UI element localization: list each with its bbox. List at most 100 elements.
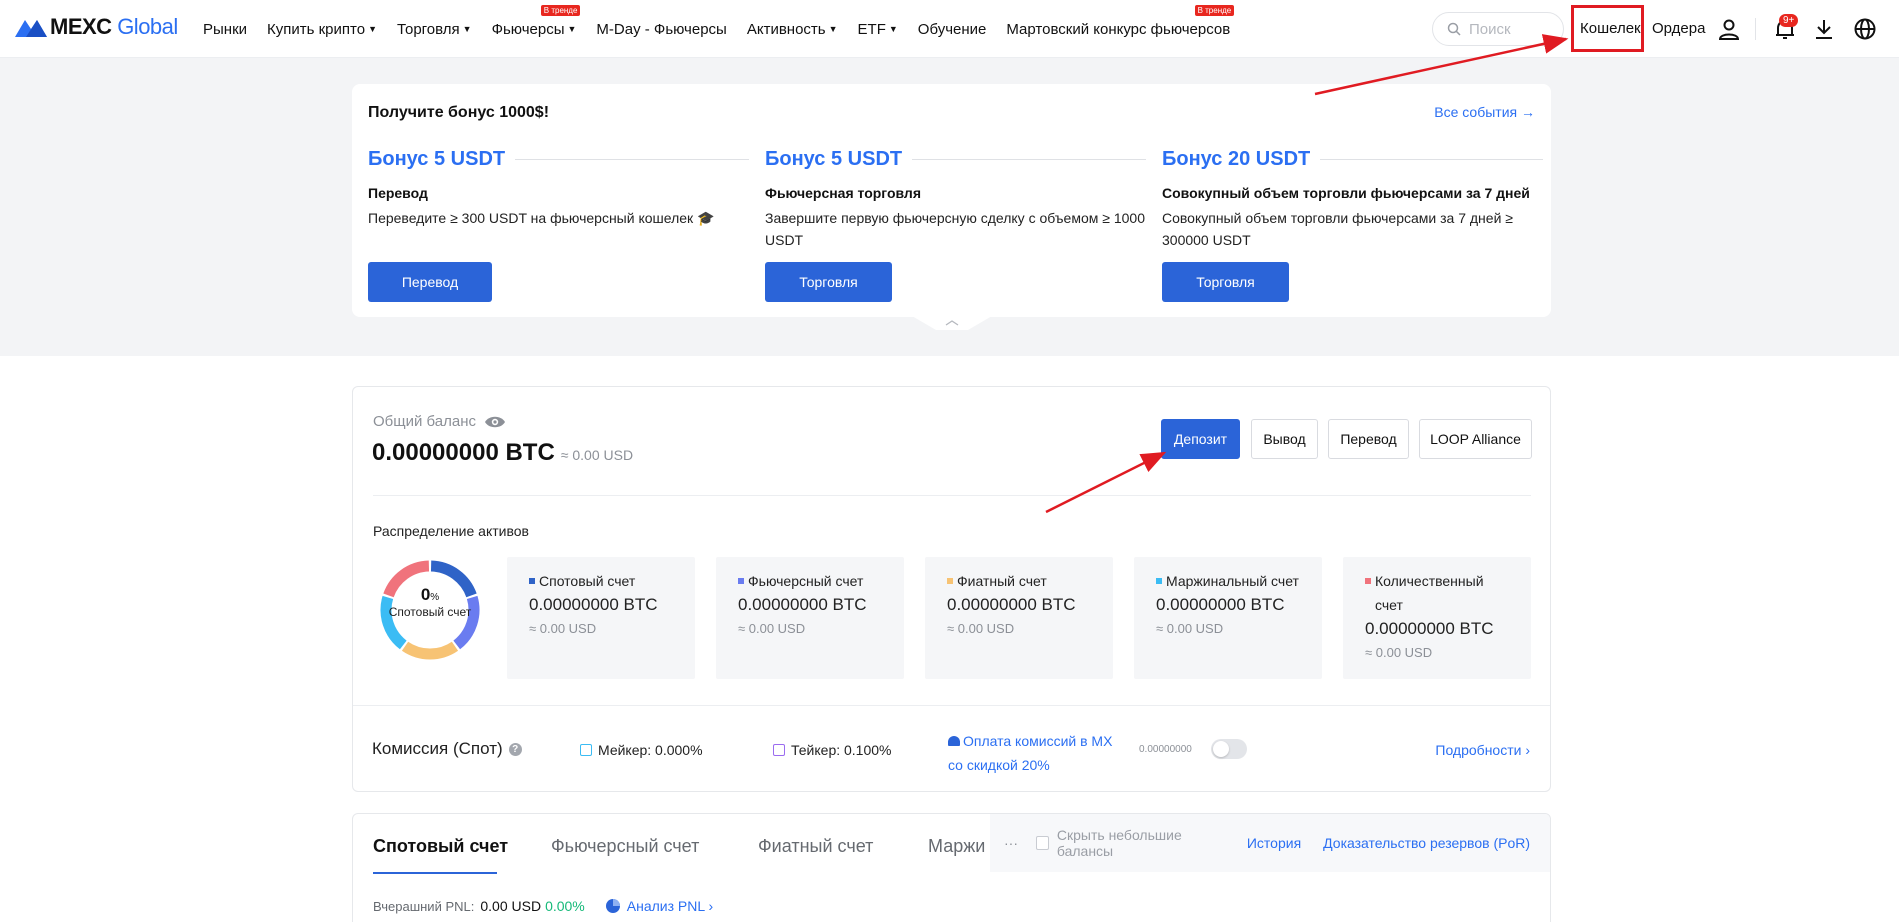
tab-futures-account[interactable]: Фьючерсный счет (551, 836, 699, 857)
collapse-icon[interactable] (912, 316, 992, 332)
main-nav: Рынки Купить крипто ▼ Торговля ▼ Фьючерсы ▼… (203, 0, 1250, 58)
active-tab-indicator (373, 872, 497, 874)
trade-volume-bonus-button[interactable]: Торговля (1162, 262, 1289, 302)
divider (1320, 159, 1543, 160)
bonus-name: Фьючерсная торговля (765, 185, 921, 201)
help-icon[interactable]: ? (508, 742, 522, 756)
legend-dot (1156, 578, 1162, 584)
bonus-desc: Переведите ≥ 300 USDT на фьючерсный коше… (368, 210, 715, 226)
donut-percentage: 0% (420, 585, 440, 604)
bonus-desc: Совокупный объем торговли фьючерсами за … (1162, 210, 1513, 248)
chevron-down-icon: ▼ (828, 23, 838, 34)
bonus-amount: Бонус 5 USDT (765, 148, 903, 170)
loop-alliance-button[interactable]: LOOP Alliance (1419, 419, 1532, 459)
nav-learn[interactable]: Обучение (918, 21, 987, 38)
total-balance-btc: 0.00000000 BTC (372, 439, 555, 466)
eye-icon[interactable] (484, 415, 506, 429)
bonus-futures-trade: Бонус 5 USDT Фьючерсная торговля Заверши… (765, 148, 1146, 251)
mx-balance: 0.00000000 (1139, 744, 1192, 755)
total-balance-label: Общий баланс (373, 413, 476, 430)
maker-icon (580, 744, 592, 756)
more-tabs-icon[interactable]: ··· (1004, 835, 1018, 851)
tab-spot-account[interactable]: Спотовый счет (373, 836, 508, 857)
mexc-logo[interactable]: MEXC Global (14, 14, 178, 40)
nav-markets[interactable]: Рынки (203, 21, 247, 38)
search-icon (1447, 22, 1461, 36)
bonus-desc: Завершите первую фьючерсную сделку с объ… (765, 210, 1145, 248)
top-navbar: MEXC Global Рынки Купить крипто ▼ Торговл… (0, 0, 1899, 58)
pnl-analysis-link[interactable]: Анализ PNL › (605, 898, 713, 914)
legend-dot (947, 578, 953, 584)
chevron-down-icon: ▼ (567, 23, 577, 34)
transfer-bonus-button[interactable]: Перевод (368, 262, 492, 302)
proof-of-reserves-link[interactable]: Доказательство резервов (PoR) (1323, 835, 1530, 851)
fiat-account-tile[interactable]: Фиатный счет 0.00000000 BTC ≈ 0.00 USD (925, 557, 1113, 679)
mx-logo-icon (948, 736, 960, 746)
accounts-tabs-card: Спотовый счет Фьючерсный счет Фиатный сч… (352, 813, 1551, 922)
nav-trade[interactable]: Торговля ▼ (397, 21, 472, 38)
orders-link[interactable]: Ордера (1652, 20, 1705, 37)
hide-small-balances-checkbox[interactable] (1036, 836, 1049, 850)
search-box[interactable] (1432, 12, 1564, 46)
search-input[interactable] (1469, 20, 1553, 38)
nav-etf[interactable]: ETF ▼ (858, 21, 898, 38)
notification-badge: 9+ (1779, 14, 1799, 27)
history-link[interactable]: История (1247, 835, 1301, 851)
globe-icon[interactable] (1853, 17, 1877, 41)
spot-account-tile[interactable]: Спотовый счет 0.00000000 BTC ≈ 0.00 USD (507, 557, 695, 679)
quant-account-tile[interactable]: Количественный счет 0.00000000 BTC ≈ 0.0… (1343, 557, 1531, 679)
fee-details-link[interactable]: Подробности › (1435, 742, 1530, 758)
yesterday-pnl-value: 0.00 USD (480, 898, 542, 914)
header-divider (1755, 18, 1756, 40)
balance-card: Общий баланс 0.00000000 BTC ≈ 0.00 USD Д… (352, 386, 1551, 792)
margin-account-tile[interactable]: Маржинальный счет 0.00000000 BTC ≈ 0.00 … (1134, 557, 1322, 679)
tab-margin-account[interactable]: Маржи (928, 836, 985, 857)
download-icon[interactable] (1812, 17, 1836, 41)
trending-badge: В тренде (1194, 4, 1235, 16)
nav-futures[interactable]: Фьючерсы ▼ В тренде (492, 4, 581, 38)
trade-bonus-button[interactable]: Торговля (765, 262, 892, 302)
divider (515, 159, 749, 160)
tabs-toolbar: ··· Скрыть небольшие балансы История Док… (990, 814, 1550, 872)
bonus-amount: Бонус 5 USDT (368, 148, 506, 170)
hide-small-balances-label: Скрыть небольшие балансы (1056, 827, 1182, 859)
bonus-amount: Бонус 20 USDT (1162, 148, 1311, 170)
mexc-logo-icon (15, 20, 47, 37)
taker-icon (773, 744, 785, 756)
divider (912, 159, 1146, 160)
spot-fee-title: Комиссия (Спот) (372, 739, 503, 758)
donut-caption: Спотовый счет (388, 605, 472, 619)
nav-march-contest[interactable]: Мартовский конкурс фьючерсов В тренде (1006, 4, 1235, 38)
transfer-button[interactable]: Перевод (1328, 419, 1409, 459)
mx-discount-toggle[interactable] (1211, 739, 1247, 759)
chevron-down-icon: ▼ (888, 23, 898, 34)
bonus-card: Получите бонус 1000$! Все события → Бону… (352, 84, 1551, 317)
user-icon[interactable] (1717, 17, 1741, 41)
logo-brand: MEXC (50, 14, 112, 39)
divider (353, 705, 1550, 706)
yesterday-pnl-percent: 0.00% (545, 898, 585, 914)
donut-segment-2 (401, 641, 459, 660)
nav-mday-futures[interactable]: M-Day - Фьючерсы (596, 21, 726, 38)
wallet-highlight-box (1571, 5, 1644, 52)
tab-fiat-account[interactable]: Фиатный счет (758, 836, 873, 857)
deposit-button[interactable]: Депозит (1161, 419, 1240, 459)
promo-title: Получите бонус 1000$! (368, 104, 550, 121)
all-events-link[interactable]: Все события → (1434, 104, 1535, 120)
bonus-name: Перевод (368, 185, 428, 201)
logo-suffix: Global (117, 14, 178, 39)
trending-badge: В тренде (540, 4, 581, 16)
futures-account-tile[interactable]: Фьючерсный счет 0.00000000 BTC ≈ 0.00 US… (716, 557, 904, 679)
legend-dot (738, 578, 744, 584)
bonus-name: Совокупный объем торговли фьючерсами за … (1162, 185, 1530, 201)
mx-fee-discount-link[interactable]: Оплата комиссий в MX со скидкой 20% (948, 729, 1118, 777)
pie-chart-icon (605, 899, 620, 913)
divider (373, 495, 1531, 496)
legend-dot (1365, 578, 1371, 584)
legend-dot (529, 578, 535, 584)
maker-fee: Мейкер: 0.000% (598, 742, 703, 758)
yesterday-pnl-label: Вчерашний PNL: (373, 898, 475, 914)
nav-buy-crypto[interactable]: Купить крипто ▼ (267, 21, 377, 38)
nav-activity[interactable]: Активность ▼ (747, 21, 838, 38)
withdraw-button[interactable]: Вывод (1251, 419, 1318, 459)
